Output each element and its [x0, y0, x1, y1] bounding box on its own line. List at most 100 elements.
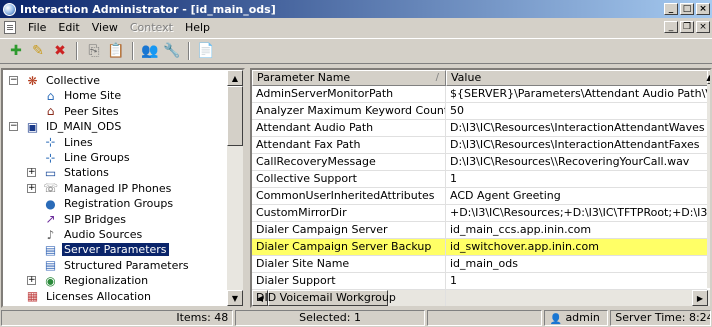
- wrench-button[interactable]: 🔧: [162, 41, 182, 61]
- parameter-name-cell: Analyzer Maximum Keyword Count: [252, 103, 446, 120]
- tree-item-peer-sites[interactable]: ⌂ Peer Sites: [43, 104, 121, 119]
- paste-button[interactable]: 📋: [106, 41, 126, 61]
- server-time-text: Server Time: 8:24:2: [615, 311, 710, 324]
- tree-item-licenses-allocation[interactable]: ▦ Licenses Allocation: [25, 289, 153, 304]
- tree-item-lines[interactable]: ⊹ Lines: [43, 135, 95, 150]
- add-button[interactable]: ✚: [6, 41, 26, 61]
- collapse-icon[interactable]: −: [9, 76, 18, 85]
- mdi-minimize-button[interactable]: _: [664, 21, 678, 33]
- paste-icon: 📋: [107, 43, 125, 59]
- expand-icon[interactable]: +: [27, 168, 36, 178]
- parameter-name-cell: AdminServerMonitorPath: [252, 86, 446, 103]
- parameter-name-cell: DID Voicemail Workgroup: [252, 290, 446, 306]
- parameter-value-cell: 50: [450, 104, 464, 117]
- minimize-button[interactable]: _: [664, 3, 678, 15]
- tree-vertical-scrollbar[interactable]: ▲ ▼: [227, 70, 243, 306]
- collapse-icon[interactable]: −: [9, 122, 18, 132]
- mdi-close-button[interactable]: ×: [696, 21, 710, 33]
- table-row[interactable]: Analyzer Maximum Keyword Count 50: [252, 103, 707, 120]
- column-header-value[interactable]: Value: [446, 70, 710, 86]
- expand-icon[interactable]: +: [27, 183, 36, 193]
- menu-help[interactable]: Help: [179, 21, 216, 34]
- close-button[interactable]: ×: [696, 3, 710, 15]
- parameter-name-cell: Dialer Campaign Server Backup: [252, 239, 446, 256]
- tree-item-regionalization[interactable]: + ◉ Regionalization: [27, 273, 150, 288]
- table-row[interactable]: Attendant Audio Path D:\I3\IC\Resources\I…: [252, 120, 707, 137]
- tree-item-managed-ip-phones[interactable]: + ☏ Managed IP Phones: [27, 181, 173, 196]
- tree-item-label: Stations: [64, 166, 109, 180]
- tree-item-stations[interactable]: + ▭ Stations: [27, 165, 111, 180]
- selected-count-text: Selected: 1: [299, 311, 361, 324]
- title-bar[interactable]: Interaction Administrator - [id_main_ods…: [0, 0, 712, 18]
- menu-file[interactable]: File: [22, 21, 52, 34]
- menu-view[interactable]: View: [86, 21, 124, 34]
- table-row[interactable]: AdminServerMonitorPath ${SERVER}\Paramete…: [252, 86, 707, 103]
- tree-item-label: Registration Groups: [64, 197, 174, 211]
- parameter-value-cell: 1: [450, 172, 457, 185]
- delete-button[interactable]: ✖: [50, 41, 70, 61]
- tree-item-server-parameters[interactable]: ▤ Server Parameters: [43, 242, 170, 258]
- server-parameters-icon: ▤: [44, 242, 57, 257]
- tree-item-structured-parameters[interactable]: ▤ Structured Parameters: [43, 258, 191, 273]
- collective-icon: ❋: [27, 73, 38, 88]
- tree-item-label: ID_MAIN_ODS: [46, 120, 122, 134]
- tree-item-audio-sources[interactable]: ♪ Audio Sources: [43, 227, 144, 242]
- table-row[interactable]: Dialer Campaign Server Backup id_switchov…: [252, 239, 707, 256]
- table-row[interactable]: Attendant Fax Path D:\I3\IC\Resources\Int…: [252, 137, 707, 154]
- parameter-value-cell: 1: [450, 274, 457, 287]
- toolbar-separator: [188, 42, 190, 60]
- table-row[interactable]: Dialer Site Name id_main_ods: [252, 256, 707, 273]
- grid-scroll-up-button[interactable]: ▲: [706, 70, 710, 84]
- structured-parameters-icon: ▤: [44, 258, 57, 273]
- users-icon: 👥: [141, 43, 159, 59]
- tree-item-line-groups[interactable]: ⊹ Line Groups: [43, 150, 132, 165]
- tree-item-label: SIP Bridges: [64, 212, 126, 226]
- status-spacer: [426, 310, 543, 326]
- status-user: 👤 admin: [544, 310, 609, 326]
- status-bar: Items: 48 Selected: 1 👤 admin Server Time…: [0, 309, 712, 327]
- tree-scroll-down-button[interactable]: ▼: [227, 290, 243, 306]
- table-row[interactable]: CommonUserInheritedAttributes ACD Agent G…: [252, 188, 707, 205]
- copy-button[interactable]: ⎘: [84, 41, 104, 61]
- tree-item-registration-groups[interactable]: ● Registration Groups: [43, 196, 175, 211]
- parameter-value-cell: id_switchover.app.inin.com: [450, 240, 599, 253]
- user-icon: 👤: [549, 314, 562, 325]
- edit-button[interactable]: ✎: [28, 41, 48, 61]
- table-row[interactable]: CustomMirrorDir +D:\I3\IC\Resources;+D:\I…: [252, 205, 707, 222]
- tree-item-id-main-ods[interactable]: − ▣ ID_MAIN_ODS: [9, 119, 123, 134]
- parameter-name-cell: CustomMirrorDir: [252, 205, 446, 222]
- tree-scroll-thumb[interactable]: [227, 86, 243, 146]
- delete-icon: ✖: [54, 43, 66, 59]
- ip-phones-icon: ☏: [43, 181, 59, 196]
- status-selected-count: Selected: 1: [235, 310, 425, 326]
- export-button[interactable]: 📄: [196, 41, 216, 61]
- table-row[interactable]: Collective Support 1: [252, 171, 707, 188]
- document-icon: [4, 21, 16, 34]
- expand-icon[interactable]: +: [27, 276, 36, 286]
- parameter-name-cell: Attendant Audio Path: [252, 120, 446, 137]
- tree-scroll-up-button[interactable]: ▲: [227, 70, 243, 86]
- tree-pane[interactable]: ▲ ▼ − ❋ Collective ⌂ Home Site ⌂ Peer Sites − ▣ I…: [1, 68, 245, 308]
- table-row[interactable]: Dialer Support 1: [252, 273, 707, 290]
- grid-vertical-scrollbar[interactable]: ▲: [706, 70, 710, 288]
- sip-bridges-icon: ↗: [45, 212, 56, 227]
- regionalization-icon: ◉: [45, 273, 56, 288]
- table-row[interactable]: CallRecoveryMessage D:\I3\IC\Resources\\R…: [252, 154, 707, 171]
- users-button[interactable]: 👥: [140, 41, 160, 61]
- tree-item-home-site[interactable]: ⌂ Home Site: [43, 88, 123, 103]
- mdi-restore-button[interactable]: ❐: [680, 21, 694, 33]
- column-header-parameter-name[interactable]: Parameter Name /: [252, 70, 446, 86]
- tree-item-sip-bridges[interactable]: ↗ SIP Bridges: [43, 212, 128, 227]
- tree-item-label: Home Site: [64, 89, 122, 103]
- parameter-name-cell: Attendant Fax Path: [252, 137, 446, 154]
- tree-item-collective[interactable]: − ❋ Collective: [9, 73, 102, 88]
- table-row[interactable]: Dialer Campaign Server id_main_ccs.app.in…: [252, 222, 707, 239]
- maximize-button[interactable]: □: [680, 3, 694, 15]
- menu-edit[interactable]: Edit: [52, 21, 85, 34]
- tree-item-label: Lines: [64, 135, 93, 149]
- tree-item-label: Structured Parameters: [64, 258, 189, 272]
- parameter-grid[interactable]: Parameter Name / Value ▲ ◀ ▶ AdminServer…: [250, 68, 712, 308]
- table-row[interactable]: DID Voicemail Workgroup: [252, 290, 707, 306]
- parameter-value-cell: D:\I3\IC\Resources\\RecoveringYourCall.w…: [450, 155, 690, 168]
- menu-context[interactable]: Context: [124, 21, 179, 34]
